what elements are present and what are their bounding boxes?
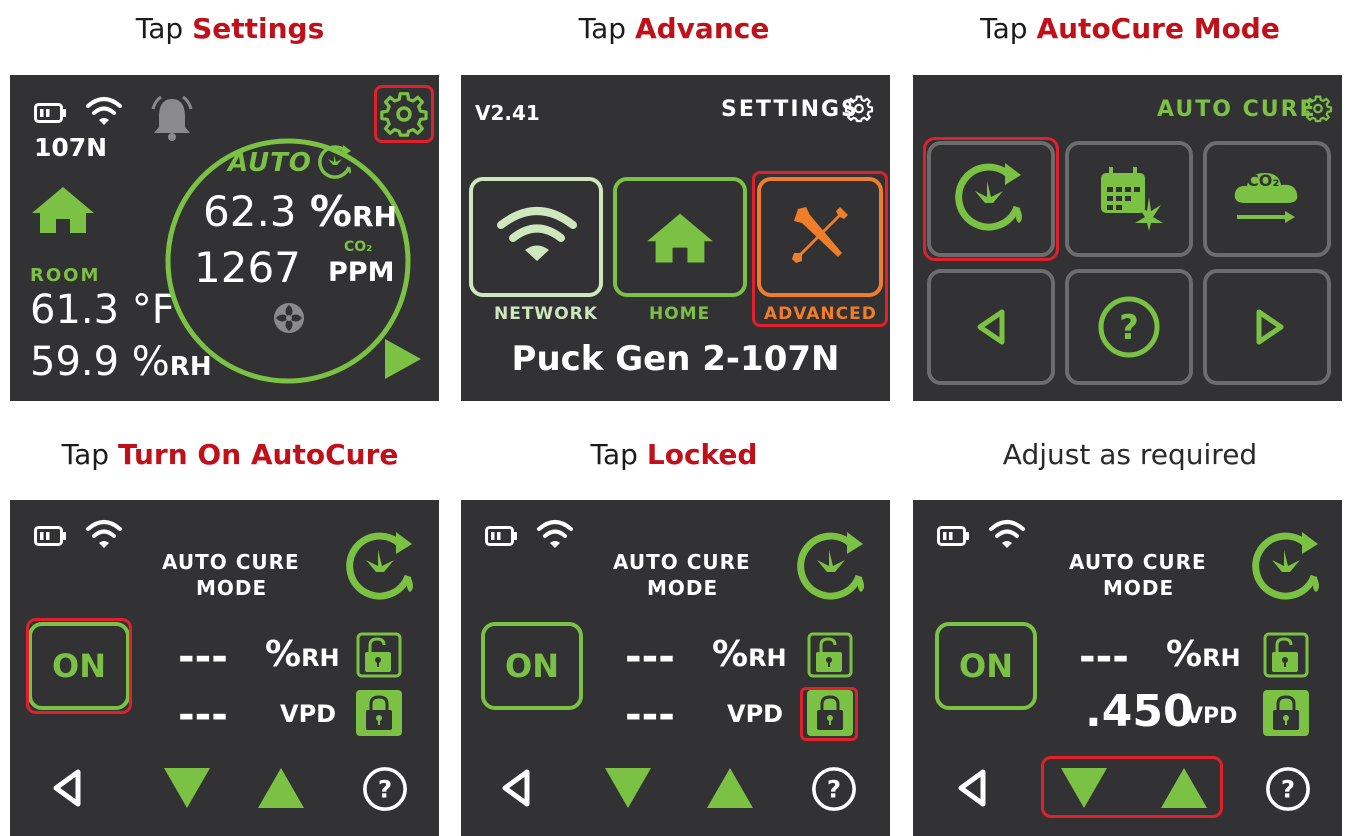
calendar-leaf-icon <box>1101 167 1163 231</box>
home-icon <box>647 213 713 263</box>
battery-icon <box>34 526 66 546</box>
unlocked-icon[interactable] <box>1263 632 1309 678</box>
mode-title-line2: MODE <box>1103 576 1175 600</box>
wifi-icon <box>989 520 1025 548</box>
mode-title-line2: MODE <box>196 576 268 600</box>
help-icon[interactable]: ? <box>1265 766 1311 812</box>
decrease-arrow-icon[interactable] <box>162 766 212 810</box>
caption-step-6: Adjust as required <box>1002 438 1258 471</box>
caption-step-2: Tap Advance <box>578 12 770 45</box>
wifi-icon <box>537 520 573 548</box>
highlight-adjust-arrows <box>1041 756 1223 818</box>
rh-value: --- <box>1079 634 1129 680</box>
vpd-unit: VPD <box>727 700 784 728</box>
svg-text:?: ? <box>1119 308 1139 348</box>
caption-step-5: Tap Locked <box>590 438 758 471</box>
vpd-unit: VPD <box>280 700 337 728</box>
highlight-locked <box>800 687 858 741</box>
vpd-value: .450 <box>1085 686 1194 737</box>
gear-icon <box>844 95 874 123</box>
svg-text:?: ? <box>827 775 841 804</box>
increase-arrow-icon[interactable] <box>256 766 306 810</box>
mode-title-line2: MODE <box>647 576 719 600</box>
tile-home-label: HOME <box>649 304 711 324</box>
back-arrow-icon <box>977 309 1005 345</box>
locked-icon[interactable] <box>356 690 402 736</box>
screen-home: 107N ROOM 61.3 °F 59.9 %RH AUTO 62.3 %RH… <box>10 75 439 401</box>
screen-auto-cure-mode-off: AUTO CURE MODE ON --- %RH --- VPD ? <box>10 500 439 836</box>
unlocked-icon[interactable] <box>807 632 853 678</box>
screen-auto-cure-adjust: AUTO CURE MODE ON --- %RH .450 VPD ? <box>913 500 1342 836</box>
wifi-icon <box>86 97 122 125</box>
screen-settings: V2.41 SETTINGS NETWORK HOME ADVANCED Puc… <box>461 75 890 401</box>
tile-network-label: NETWORK <box>494 304 598 324</box>
device-name: Puck Gen 2-107N <box>511 339 840 379</box>
back-arrow-icon[interactable] <box>52 768 82 808</box>
auto-cure-title: AUTO CURE <box>1157 97 1317 122</box>
settings-title: SETTINGS <box>721 97 859 122</box>
co2-tile-label: CO₂ <box>1247 171 1280 190</box>
highlight-advanced <box>752 171 888 327</box>
caption-step-3: Tap AutoCure Mode <box>980 12 1280 45</box>
co2-unit: PPM <box>328 257 395 288</box>
device-id: 107N <box>34 133 108 162</box>
battery-icon <box>485 526 517 546</box>
co2-reading: 1267 <box>194 243 301 292</box>
rh-value: --- <box>625 634 675 680</box>
room-label: ROOM <box>30 265 101 286</box>
vpd-unit: VPD <box>1186 704 1238 729</box>
help-icon: ? <box>1098 296 1160 358</box>
room-temperature: 61.3 °F <box>30 287 175 333</box>
screen-auto-cure-mode-on: AUTO CURE MODE ON --- %RH --- VPD ? <box>461 500 890 836</box>
help-icon[interactable]: ? <box>811 766 857 812</box>
rh-unit: %RH <box>712 634 787 675</box>
on-label: ON <box>505 647 559 685</box>
battery-icon <box>34 103 66 123</box>
mode-title-line1: AUTO CURE <box>613 550 751 574</box>
vpd-value: --- <box>178 692 228 738</box>
caption-step-1: Tap Settings <box>135 12 325 45</box>
decrease-arrow-icon[interactable] <box>603 766 653 810</box>
firmware-version: V2.41 <box>475 101 540 125</box>
auto-label: AUTO <box>228 148 312 178</box>
auto-cure-icon <box>318 145 351 179</box>
svg-text:?: ? <box>1281 775 1295 804</box>
gear-icon <box>1303 95 1333 123</box>
battery-icon <box>937 526 969 546</box>
caption-step-4: Tap Turn On AutoCure <box>61 438 399 471</box>
wifi-icon <box>86 520 122 548</box>
home-icon[interactable] <box>30 185 96 233</box>
mode-title-line1: AUTO CURE <box>1069 550 1207 574</box>
mode-title-line1: AUTO CURE <box>162 550 300 574</box>
rh-unit: %RH <box>1166 634 1241 675</box>
highlight-turn-on <box>26 618 132 714</box>
help-icon[interactable]: ? <box>362 766 408 812</box>
co2-label: CO₂ <box>344 239 373 255</box>
play-icon[interactable] <box>383 337 423 381</box>
fan-icon <box>274 303 304 333</box>
auto-cure-icon <box>797 532 864 600</box>
on-label: ON <box>959 647 1013 685</box>
wifi-icon <box>497 207 577 261</box>
vpd-value: --- <box>625 692 675 738</box>
svg-text:?: ? <box>378 775 392 804</box>
rh-reading: 62.3 %RH <box>203 187 397 236</box>
auto-cure-icon <box>346 532 413 600</box>
back-arrow-icon[interactable] <box>957 768 987 808</box>
back-arrow-icon[interactable] <box>501 768 531 808</box>
rh-unit: %RH <box>265 634 340 675</box>
auto-cure-icon <box>1252 532 1319 600</box>
highlight-auto-cure-mode <box>923 137 1059 261</box>
screen-auto-cure-menu: AUTO CURE CO₂ ? <box>913 75 1342 401</box>
forward-arrow-icon <box>1256 309 1284 345</box>
unlocked-icon[interactable] <box>356 632 402 678</box>
rh-value: --- <box>178 634 228 680</box>
locked-icon[interactable] <box>1263 690 1309 736</box>
highlight-settings <box>374 85 434 143</box>
increase-arrow-icon[interactable] <box>705 766 755 810</box>
